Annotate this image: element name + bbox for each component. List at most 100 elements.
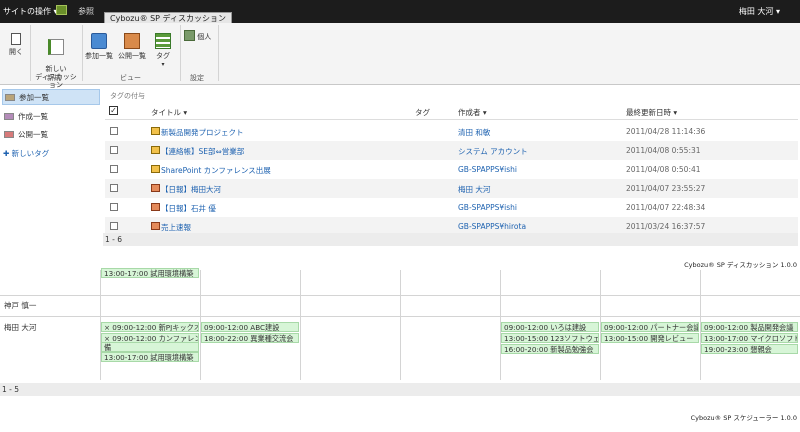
public-list-label: 公開一覧 (118, 52, 146, 60)
row-checkbox[interactable] (110, 165, 118, 173)
site-actions-menu[interactable]: サイトの操作 ▾ (3, 6, 58, 17)
schedule-event[interactable]: 13:00-17:00 試用環境構築 (101, 268, 199, 278)
personal-button[interactable]: 個人 (184, 30, 214, 42)
column-header-author[interactable]: 作成者 ▾ (458, 107, 487, 118)
row-title[interactable]: 【日報】梅田大河 (161, 184, 221, 195)
row-date: 2011/04/08 0:55:31 (626, 146, 701, 155)
schedule-event[interactable]: 09:00-12:00 製品開発会議 (701, 322, 798, 332)
row-date: 2011/04/08 0:50:41 (626, 165, 701, 174)
row-title[interactable]: 【連絡帳】SE部⇔営業部 (161, 146, 244, 157)
schedule-event[interactable]: 備 (101, 342, 199, 352)
row-divider (0, 295, 800, 296)
row-date: 2011/04/07 23:55:27 (626, 184, 706, 193)
schedule-event[interactable]: 16:00-20:00 新製品勉強会 (501, 344, 599, 354)
nav-item-public[interactable]: 公開一覧 (2, 127, 100, 143)
open-icon (11, 33, 21, 45)
schedule-event[interactable]: 13:00-17:00 試用環境構築 (101, 352, 199, 362)
group-label-settings: 設定 (190, 74, 204, 82)
table-row[interactable]: 【日報】梅田大河 梅田 大河 2011/04/07 23:55:27 (105, 179, 798, 198)
open-label: 開く (9, 48, 23, 56)
nav-item-label: 公開一覧 (18, 130, 48, 139)
schedule-event[interactable]: 09:00-12:00 いろは建設 (501, 322, 599, 332)
personal-icon (184, 30, 195, 41)
discussion-icon (151, 165, 160, 173)
table-row[interactable]: 新製品開発プロジェクト 清田 和敏 2011/04/28 11:14:36 (105, 122, 798, 141)
nav-item-created[interactable]: 作成一覧 (2, 109, 100, 125)
joined-list-button[interactable]: 参加一覧 (84, 33, 114, 61)
grid-header: ✓ タイトル ▾ タグ 作成者 ▾ 最終更新日時 ▾ (105, 103, 798, 120)
person-name: 神戸 慎一 (4, 301, 37, 310)
ribbon-separator (82, 25, 83, 81)
row-title[interactable]: SharePoint カンファレンス出展 (161, 165, 271, 176)
row-author[interactable]: システム アカウント (458, 146, 528, 157)
joined-list-label: 参加一覧 (85, 52, 113, 60)
table-row[interactable]: 【日報】石井 優 GB-SPAPPS¥ishi 2011/04/07 22:48… (105, 198, 798, 217)
schedule-event[interactable]: 19:00-23:00 懇親会 (701, 344, 798, 354)
tag-button[interactable]: タグ ▾ (152, 33, 174, 68)
row-checkbox[interactable] (110, 222, 118, 230)
scheduler-product-label: Cybozu® SP スケジューラー 1.0.0 (690, 414, 797, 422)
tab-browse[interactable]: 参照 (78, 6, 94, 17)
row-checkbox[interactable] (110, 146, 118, 154)
column-divider (300, 270, 301, 380)
row-date: 2011/04/07 22:48:34 (626, 203, 706, 212)
row-checkbox[interactable] (110, 127, 118, 135)
column-header-title[interactable]: タイトル ▾ (151, 107, 187, 118)
row-title[interactable]: 【日報】石井 優 (161, 203, 216, 214)
schedule-event[interactable]: 13:00-15:00 123ソフトウェア (501, 333, 599, 343)
nav-item-label: 参加一覧 (19, 93, 49, 102)
row-checkbox[interactable] (110, 203, 118, 211)
schedule-event[interactable]: 13:00-17:00 マイクロソフト (701, 333, 798, 343)
public-list-button[interactable]: 公開一覧 (116, 33, 148, 61)
ribbon-separator (218, 25, 219, 81)
ribbon: 開く 新しい ディスカッション 新規 参加一覧 公開一覧 タグ ▾ ビュー 個人… (0, 23, 800, 89)
table-row[interactable]: SharePoint カンファレンス出展 GB-SPAPPS¥ishi 2011… (105, 160, 798, 179)
left-nav: 参加一覧 作成一覧 公開一覧 ✚ 新しいタグ (0, 89, 101, 169)
person-name: 梅田 大河 (4, 323, 37, 332)
row-title[interactable]: 新製品開発プロジェクト (161, 127, 244, 138)
personal-label: 個人 (197, 33, 212, 41)
nav-item-joined[interactable]: 参加一覧 (2, 89, 100, 105)
user-menu[interactable]: 梅田 大河 ▾ (739, 6, 780, 17)
row-author[interactable]: 梅田 大河 (458, 184, 490, 195)
ribbon-separator (180, 25, 181, 81)
row-date: 2011/03/24 16:37:57 (626, 222, 706, 231)
navigate-up-icon[interactable] (56, 5, 67, 15)
discussion-product-label: Cybozu® SP ディスカッション 1.0.0 (684, 261, 797, 269)
row-divider (0, 316, 800, 317)
schedule-event[interactable]: 09:00-12:00 パートナー会議 (601, 322, 699, 332)
row-checkbox[interactable] (110, 184, 118, 192)
tag-label: タグ (156, 52, 170, 60)
table-row[interactable]: 【連絡帳】SE部⇔営業部 システム アカウント 2011/04/08 0:55:… (105, 141, 798, 160)
column-header-updated[interactable]: 最終更新日時 ▾ (626, 107, 677, 118)
tag-list-icon (155, 33, 171, 49)
daily-report-icon (151, 184, 160, 192)
tag-filter-link[interactable]: タグの付与 (110, 91, 145, 101)
new-discussion-icon (48, 39, 64, 55)
schedule-event[interactable]: 13:00-15:00 開発レビュー (601, 333, 699, 343)
schedule-event[interactable]: × 09:00-12:00 新PJキックオフ (101, 322, 199, 332)
new-tag-link[interactable]: ✚ 新しいタグ (3, 148, 49, 159)
chevron-down-icon: ▾ (161, 61, 165, 68)
schedule-event[interactable]: 18:00-22:00 異業種交流会 (201, 333, 299, 343)
group-label-new: 新規 (47, 74, 61, 82)
row-author[interactable]: GB-SPAPPS¥hirota (458, 222, 526, 231)
top-bar: サイトの操作 ▾ 参照 Cybozu® SP ディスカッション 梅田 大河 ▾ (0, 0, 800, 24)
schedule-event[interactable]: 09:00-12:00 ABC建設 (201, 322, 299, 332)
row-author[interactable]: GB-SPAPPS¥ishi (458, 165, 517, 174)
row-author[interactable]: 清田 和敏 (458, 127, 490, 138)
column-header-tag[interactable]: タグ (415, 107, 430, 118)
row-date: 2011/04/28 11:14:36 (626, 127, 706, 136)
row-author[interactable]: GB-SPAPPS¥ishi (458, 203, 517, 212)
paging-label: 1 - 6 (105, 235, 123, 244)
public-list-icon (124, 33, 140, 49)
select-all-checkbox[interactable]: ✓ (109, 106, 118, 115)
nav-item-label: 作成一覧 (18, 112, 48, 121)
paging-label: 1 - 5 (2, 385, 20, 394)
folder-icon (91, 33, 107, 49)
row-title[interactable]: 売上速報 (161, 222, 191, 233)
folder-icon (5, 94, 15, 101)
open-button[interactable]: 開く (6, 33, 26, 57)
folder-icon (4, 131, 14, 138)
group-label-view: ビュー (120, 74, 141, 82)
